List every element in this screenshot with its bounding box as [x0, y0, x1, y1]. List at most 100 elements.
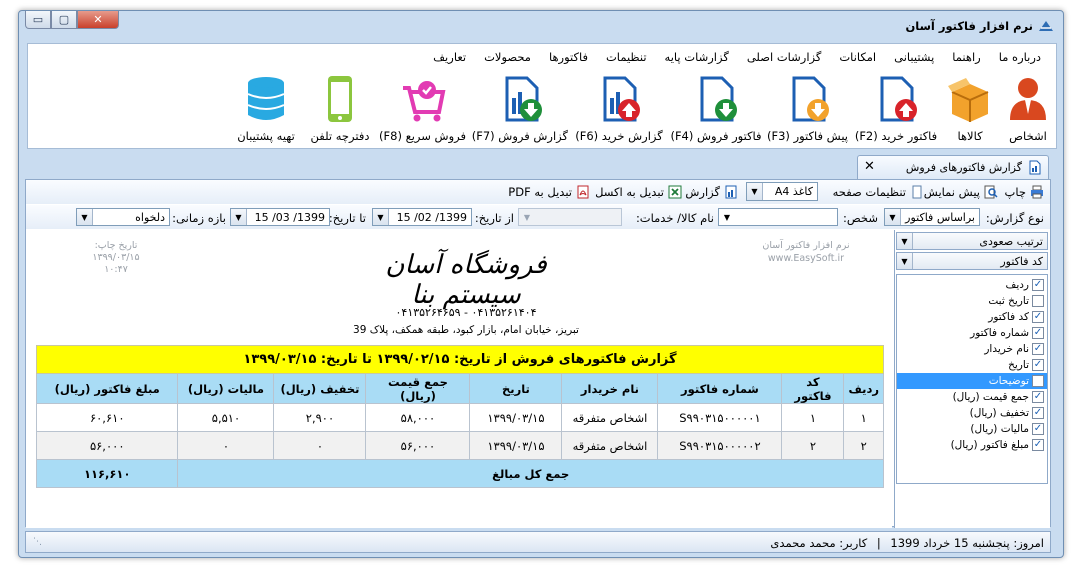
person-label: شخص:: [842, 211, 878, 225]
to-date-input[interactable]: 1399/ 03/ 15 ▼: [230, 208, 330, 226]
document-down-orange-icon: [792, 76, 829, 122]
col-discount-header: تخفیف (ریال): [273, 373, 367, 404]
products-button[interactable]: کالاها: [944, 74, 996, 143]
column-checklist: ✓ ردیف تاریخ ثبت ✓ کد فاکتور ✓ شماره فاکتور ✓ نا…: [896, 274, 1048, 484]
report-chart-icon: [725, 185, 737, 199]
column-option-label: تاریخ ثبت: [988, 295, 1029, 307]
person-select[interactable]: ▼: [718, 208, 838, 226]
menu-item-support[interactable]: پشتیبانی: [885, 50, 943, 64]
menu-item-help[interactable]: راهنما: [943, 50, 989, 64]
menu-item-main-reports[interactable]: گزارشات اصلی: [738, 50, 831, 64]
purchase-invoice-button[interactable]: فاکتور خرید (F2): [854, 74, 938, 143]
maximize-button[interactable]: ▢: [51, 11, 77, 29]
sort-order-select[interactable]: ترتیب صعودی ▼: [896, 232, 1048, 250]
checkbox-checked-icon[interactable]: ✓: [1032, 279, 1044, 291]
column-option[interactable]: ✓ جمع قیمت (ریال): [897, 389, 1047, 405]
menu-item-settings[interactable]: تنظیمات: [597, 50, 656, 64]
software-url: www.EasySoft.ir: [767, 253, 845, 264]
backup-label: تهیه پشتیبان: [237, 129, 295, 143]
preview-button[interactable]: پیش نمایش: [924, 185, 998, 199]
column-option[interactable]: ✓ کد فاکتور: [897, 309, 1047, 325]
quick-sale-button[interactable]: فروش سریع (F8): [379, 74, 466, 143]
cell-code: ۲: [781, 431, 845, 460]
sales-report-button[interactable]: گزارش فروش (F7): [471, 74, 568, 143]
filter-bar: نوع گزارش: براساس فاکتور ▼ شخص: ▼ نام کا…: [26, 205, 1050, 229]
cart-icon: [403, 81, 446, 122]
document-up-icon: [880, 76, 917, 122]
column-option-label: تاریخ: [1008, 359, 1029, 371]
sales-report-label: گزارش فروش (F7): [471, 129, 568, 143]
paper-size-select[interactable]: کاغذ A4 ▼: [746, 182, 818, 201]
menu-item-about[interactable]: درباره ما: [990, 50, 1050, 64]
sort-order-value: ترتیب صعودی: [979, 235, 1043, 248]
minimize-button[interactable]: ▭: [25, 11, 51, 29]
purchase-report-button[interactable]: گزارش خرید (F6): [572, 74, 666, 143]
printer-icon: [1031, 185, 1043, 199]
preview-label: پیش نمایش: [923, 185, 980, 199]
title-bar: ▭ ▢ ✕ نرم افزار فاکتور آسان: [19, 11, 1063, 41]
column-option[interactable]: ✓ شماره فاکتور: [897, 325, 1047, 341]
from-date-input[interactable]: 1399/ 02/ 15 ▼: [372, 208, 472, 226]
checkbox-checked-icon[interactable]: ✓: [1032, 343, 1044, 355]
checkbox-unchecked-icon[interactable]: [1032, 295, 1044, 307]
app-logo-icon: [1039, 21, 1053, 31]
column-option[interactable]: توضیحات: [897, 373, 1047, 389]
checkbox-checked-icon[interactable]: ✓: [1032, 359, 1044, 371]
cell-tax: ۵,۵۱۰: [177, 403, 275, 432]
tab-label: گزارش فاکتورهای فروش: [905, 161, 1022, 174]
phonebook-button[interactable]: دفترچه تلفن: [308, 74, 372, 143]
proforma-button[interactable]: پیش فاکتور (F3): [767, 74, 848, 143]
print-button[interactable]: چاپ: [1005, 185, 1044, 199]
page-settings-button[interactable]: تنظیمات صفحه: [833, 185, 924, 199]
cell-buyer: اشخاص متفرقه: [561, 403, 659, 432]
checkbox-checked-icon[interactable]: ✓: [1032, 439, 1044, 451]
column-option[interactable]: ✓ تخفیف (ریال): [897, 405, 1047, 421]
report-button[interactable]: گزارش: [685, 185, 738, 199]
menu-item-features[interactable]: امکانات: [830, 50, 885, 64]
tab-close-icon[interactable]: ✕: [864, 159, 875, 174]
window-controls: ▭ ▢ ✕: [25, 11, 119, 29]
report-panel: چاپ پیش نمایش تنظیمات صفحه کاغذ A4 ▼ گزا…: [25, 179, 1051, 528]
checkbox-checked-icon[interactable]: ✓: [1032, 327, 1044, 339]
resize-grip-icon[interactable]: ⋰: [30, 537, 42, 549]
checkbox-checked-icon[interactable]: ✓: [1032, 423, 1044, 435]
menu-item-invoices[interactable]: فاکتورها: [540, 50, 597, 64]
total-label: جمع کل مبالغ: [177, 459, 884, 488]
people-button[interactable]: اشخاص: [1000, 74, 1056, 143]
report-type-select[interactable]: براساس فاکتور ▼: [884, 208, 980, 226]
menu-item-definitions[interactable]: تعاریف: [424, 50, 475, 64]
cell-code: ۱: [781, 403, 845, 432]
product-select[interactable]: ▼: [518, 208, 622, 226]
menu-item-products[interactable]: محصولات: [475, 50, 540, 64]
cell-total-price: ۵۶,۰۰۰: [365, 431, 471, 460]
column-option[interactable]: ✓ ردیف: [897, 277, 1047, 293]
excel-export-button[interactable]: تبدیل به اکسل: [595, 185, 682, 199]
column-option-label: جمع قیمت (ریال): [952, 391, 1029, 403]
checkbox-unchecked-icon[interactable]: [1032, 375, 1044, 387]
purchase-invoice-label: فاکتور خرید (F2): [854, 129, 938, 143]
date-range-select[interactable]: دلخواه ▼: [76, 208, 170, 226]
close-button[interactable]: ✕: [77, 11, 119, 29]
person-icon: [1010, 78, 1046, 120]
sales-invoice-button[interactable]: فاکتور فروش (F4): [670, 74, 762, 143]
sort-field-select[interactable]: کد فاکتور ▼: [896, 252, 1048, 270]
column-option[interactable]: ✓ تاریخ: [897, 357, 1047, 373]
checkbox-checked-icon[interactable]: ✓: [1032, 311, 1044, 323]
col-tax-header: مالیات (ریال): [177, 373, 275, 404]
column-option[interactable]: ✓ نام خریدار: [897, 341, 1047, 357]
column-option[interactable]: ✓ مالیات (ریال): [897, 421, 1047, 437]
menu-item-basic-reports[interactable]: گزارشات پایه: [656, 50, 738, 64]
checkbox-checked-icon[interactable]: ✓: [1032, 407, 1044, 419]
pdf-export-button[interactable]: تبدیل به PDF: [508, 185, 590, 199]
chevron-down-icon: ▼: [897, 253, 913, 269]
backup-button[interactable]: تهیه پشتیبان: [228, 74, 304, 143]
cell-discount: ۰: [273, 431, 367, 460]
magnifier-icon: [984, 185, 998, 199]
column-option[interactable]: تاریخ ثبت: [897, 293, 1047, 309]
col-total-price-header: جمع قیمت (ریال): [365, 373, 471, 404]
document-down-green-icon: [700, 76, 737, 122]
tab-sales-report[interactable]: گزارش فاکتورهای فروش ✕: [857, 155, 1049, 179]
checkbox-checked-icon[interactable]: ✓: [1032, 391, 1044, 403]
column-option[interactable]: ✓ مبلغ فاکتور (ریال): [897, 437, 1047, 453]
print-date: تاریخ چاپ: ۱۳۹۹/۰۳/۱۵ ۱۰:۴۷: [76, 240, 156, 276]
